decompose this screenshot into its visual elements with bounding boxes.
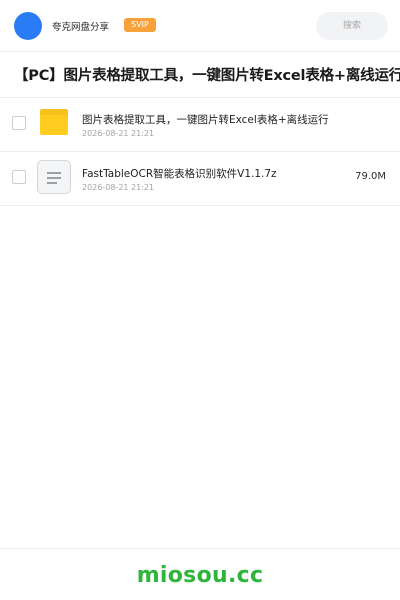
- file-size: 79.0M: [355, 171, 386, 182]
- document-icon: [37, 160, 71, 194]
- list-item[interactable]: FastTableOCR智能表格识别软件V1.1.7z 2026-08-21 2…: [0, 152, 400, 206]
- title-bar: 【PC】图片表格提取工具，一键图片转Excel表格+离线运行: [0, 52, 400, 98]
- brand-name: 夸克网盘分享: [52, 22, 110, 33]
- footer: miosou.cc: [0, 548, 400, 600]
- file-name[interactable]: FastTableOCR智能表格识别软件V1.1.7z: [82, 166, 278, 181]
- file-date: 2026-08-21 21:21: [82, 129, 155, 138]
- watermark: miosou.cc: [136, 563, 264, 588]
- select-checkbox[interactable]: [12, 116, 26, 130]
- file-date: 2026-08-21 21:21: [82, 183, 155, 192]
- header-bar: 夸克网盘分享 SVIP 搜索: [0, 0, 400, 52]
- share-page: 夸克网盘分享 SVIP 搜索 【PC】图片表格提取工具，一键图片转Excel表格…: [0, 0, 400, 600]
- select-checkbox[interactable]: [12, 170, 26, 184]
- avatar[interactable]: [14, 12, 42, 40]
- list-item[interactable]: 图片表格提取工具，一键图片转Excel表格+离线运行 2026-08-21 21…: [0, 98, 400, 152]
- file-name[interactable]: 图片表格提取工具，一键图片转Excel表格+离线运行: [82, 112, 352, 127]
- folder-icon: [40, 109, 68, 135]
- page-title: 【PC】图片表格提取工具，一键图片转Excel表格+离线运行: [14, 68, 400, 84]
- search-input[interactable]: 搜索: [316, 12, 388, 40]
- svip-badge: SVIP: [124, 18, 156, 32]
